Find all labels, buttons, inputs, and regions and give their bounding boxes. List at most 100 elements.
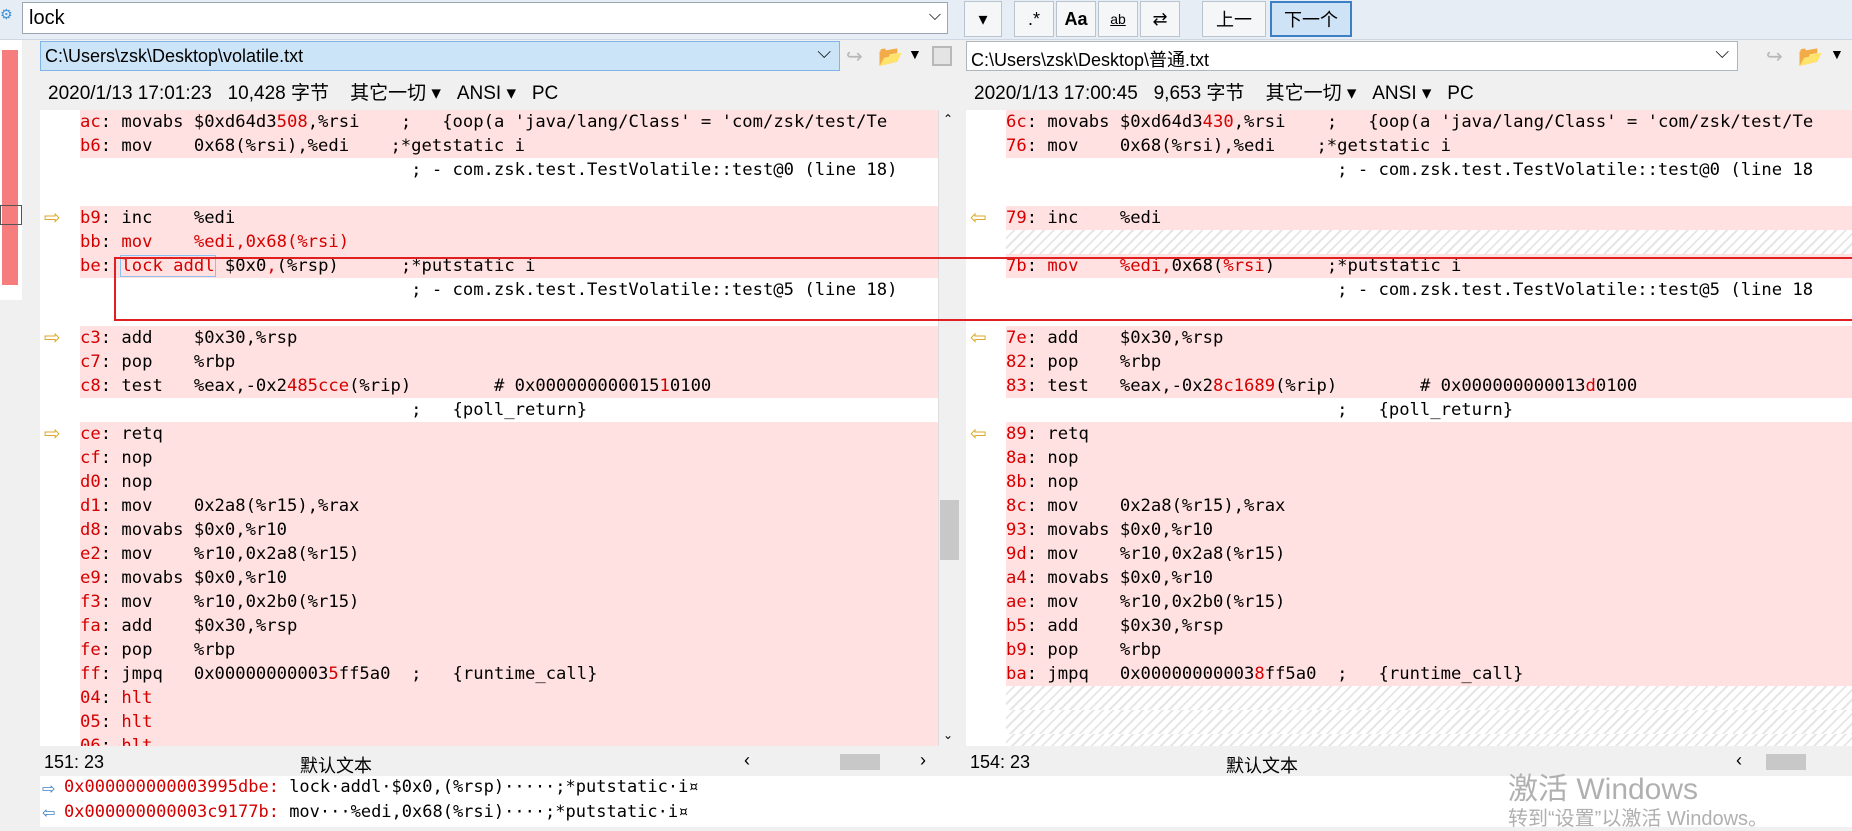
line-gutter	[966, 470, 1006, 494]
code-line[interactable]: ; - com.zsk.test.TestVolatile::test@0 (l…	[966, 158, 1852, 182]
scroll-up-icon[interactable]: ⌃	[943, 112, 953, 126]
right-eol[interactable]: PC	[1447, 83, 1473, 104]
code-line[interactable]: ⇨ ce: retq	[40, 422, 938, 446]
code-line[interactable]: ⇨ c3: add $0x30,%rsp	[40, 326, 938, 350]
code-line[interactable]: ba: jmpq 0x000000000038ff5a0 ; {runtime_…	[966, 662, 1852, 686]
code-line[interactable]: ac: movabs $0xd64d3508,%rsi ; {oop(a 'ja…	[40, 110, 938, 134]
refresh-icon[interactable]: ↪	[1766, 44, 1790, 68]
code-line[interactable]: b9: pop %rbp	[966, 638, 1852, 662]
left-eol[interactable]: PC	[532, 83, 558, 104]
code-line[interactable]: c7: pop %rbp	[40, 350, 938, 374]
code-line[interactable]: 83: test %eax,-0x28c1689(%rip) # 0x00000…	[966, 374, 1852, 398]
find-prev-button[interactable]: 上一	[1202, 1, 1266, 37]
code-line[interactable]: ae: mov %r10,0x2b0(%r15)	[966, 590, 1852, 614]
code-line[interactable]: fe: pop %rbp	[40, 638, 938, 662]
chevron-down-icon[interactable]: ⌵	[929, 7, 941, 25]
code-line[interactable]: e2: mov %r10,0x2a8(%r15)	[40, 542, 938, 566]
code-line[interactable]	[966, 734, 1852, 746]
code-line[interactable]: 9d: mov %r10,0x2a8(%r15)	[966, 542, 1852, 566]
chevron-right-icon[interactable]: ›	[920, 750, 926, 771]
right-editor-pane[interactable]: 6c: movabs $0xd64d3430,%rsi ; {oop(a 'ja…	[966, 110, 1852, 746]
code-line[interactable]: e9: movabs $0x0,%r10	[40, 566, 938, 590]
code-line[interactable]: d0: nop	[40, 470, 938, 494]
code-line[interactable]: 93: movabs $0x0,%r10	[966, 518, 1852, 542]
left-location-strip[interactable]	[0, 40, 22, 300]
code-line[interactable]: ; {poll_return}	[966, 398, 1852, 422]
arrow-right-icon[interactable]: ⇨	[44, 422, 61, 446]
regex-toggle[interactable]: .*	[1014, 1, 1054, 37]
code-line[interactable]: 76: mov 0x68(%rsi),%edi ;*getstatic i	[966, 134, 1852, 158]
whole-word-toggle[interactable]: ab	[1098, 1, 1138, 37]
scroll-down-icon[interactable]: ⌄	[943, 728, 953, 742]
left-hscroll-thumb[interactable]	[840, 754, 880, 770]
code-line[interactable]: bb: mov %edi,0x68(%rsi)	[40, 230, 938, 254]
left-encoding-dropdown[interactable]: ANSI ▾	[457, 83, 516, 104]
find-next-button[interactable]: 下一个	[1270, 1, 1352, 37]
code-line[interactable]: 82: pop %rbp	[966, 350, 1852, 374]
arrow-left-icon[interactable]: ⇦	[970, 326, 987, 350]
code-line[interactable]: d1: mov 0x2a8(%r15),%rax	[40, 494, 938, 518]
code-line[interactable]: ⇦ 89: retq	[966, 422, 1852, 446]
code-line[interactable]: ff: jmpq 0x000000000035ff5a0 ; {runtime_…	[40, 662, 938, 686]
scroll-thumb[interactable]	[940, 500, 959, 560]
triangle-down-icon[interactable]: ▼	[908, 46, 922, 62]
code-line[interactable]: 06: hlt	[40, 734, 938, 746]
gear-icon[interactable]: ⚙	[0, 6, 13, 28]
code-line[interactable]: ; - com.zsk.test.TestVolatile::test@0 (l…	[40, 158, 938, 182]
right-hscroll-thumb[interactable]	[1766, 754, 1806, 770]
code-line[interactable]	[966, 182, 1852, 206]
code-line[interactable]: 6c: movabs $0xd64d3430,%rsi ; {oop(a 'ja…	[966, 110, 1852, 134]
changed-segment: 5	[328, 664, 339, 684]
match-case-toggle[interactable]: Aa	[1056, 1, 1096, 37]
code-line[interactable]: d8: movabs $0x0,%r10	[40, 518, 938, 542]
arrow-right-icon[interactable]: ⇨	[44, 326, 61, 350]
code-line[interactable]: 04: hlt	[40, 686, 938, 710]
arrow-right-icon[interactable]: ⇨	[44, 206, 61, 230]
chevron-left-icon[interactable]: ‹	[1736, 750, 1742, 771]
right-filter-dropdown[interactable]: 其它一切 ▾	[1266, 83, 1357, 104]
left-editor-pane[interactable]: ac: movabs $0xd64d3508,%rsi ; {oop(a 'ja…	[40, 110, 938, 746]
code-line[interactable]: ⇨ b9: inc %edi	[40, 206, 938, 230]
changed-text: hlt	[111, 688, 153, 708]
code-line[interactable]: f3: mov %r10,0x2b0(%r15)	[40, 590, 938, 614]
code-line[interactable]	[966, 686, 1852, 710]
code-text	[1006, 230, 1852, 254]
search-input[interactable]	[23, 3, 903, 33]
code-line[interactable]: ⇦ 79: inc %edi	[966, 206, 1852, 230]
chevron-left-icon[interactable]: ‹	[744, 750, 750, 771]
save-icon[interactable]	[932, 46, 952, 66]
line-address: be	[80, 256, 101, 276]
code-line[interactable]: ⇦ 7e: add $0x30,%rsp	[966, 326, 1852, 350]
code-line[interactable]: a4: movabs $0x0,%r10	[966, 566, 1852, 590]
chevron-down-icon[interactable]: ⌵	[1715, 42, 1729, 63]
left-vertical-scrollbar[interactable]: ⌃ ⌄	[938, 110, 960, 746]
code-line[interactable]: ; {poll_return}	[40, 398, 938, 422]
search-combobox[interactable]: ⌵	[22, 2, 948, 34]
code-line[interactable]: 8c: mov 0x2a8(%r15),%rax	[966, 494, 1852, 518]
code-line[interactable]	[40, 182, 938, 206]
left-path-combobox[interactable]: C:\Users\zsk\Desktop\volatile.txt ⌵	[40, 41, 840, 71]
left-filter-dropdown[interactable]: 其它一切 ▾	[350, 83, 441, 104]
code-line[interactable]: 05: hlt	[40, 710, 938, 734]
code-line[interactable]: b5: add $0x30,%rsp	[966, 614, 1852, 638]
refresh-icon[interactable]: ↪	[846, 44, 870, 68]
code-line[interactable]: c8: test %eax,-0x2485cce(%rip) # 0x00000…	[40, 374, 938, 398]
wrap-toggle[interactable]: ⇄	[1140, 1, 1180, 37]
open-folder-icon[interactable]: 📂	[878, 44, 904, 68]
history-dropdown-button[interactable]: ▾	[964, 1, 1002, 37]
arrow-left-icon[interactable]: ⇦	[970, 422, 987, 446]
arrow-left-icon[interactable]: ⇦	[970, 206, 987, 230]
code-line[interactable]: fa: add $0x30,%rsp	[40, 614, 938, 638]
chevron-down-icon[interactable]: ⌵	[817, 42, 831, 63]
code-line[interactable]: cf: nop	[40, 446, 938, 470]
triangle-down-icon[interactable]: ▼	[1830, 46, 1844, 62]
right-encoding-dropdown[interactable]: ANSI ▾	[1372, 83, 1431, 104]
right-path-combobox[interactable]: C:\Users\zsk\Desktop\普通.txt ⌵	[966, 41, 1738, 71]
code-line[interactable]	[966, 710, 1852, 734]
code-segment: add $0x30,%rsp	[111, 328, 298, 348]
code-line[interactable]: 8a: nop	[966, 446, 1852, 470]
open-folder-icon[interactable]: 📂	[1798, 44, 1824, 68]
code-line[interactable]: 8b: nop	[966, 470, 1852, 494]
code-line[interactable]: b6: mov 0x68(%rsi),%edi ;*getstatic i	[40, 134, 938, 158]
code-line[interactable]	[966, 230, 1852, 254]
